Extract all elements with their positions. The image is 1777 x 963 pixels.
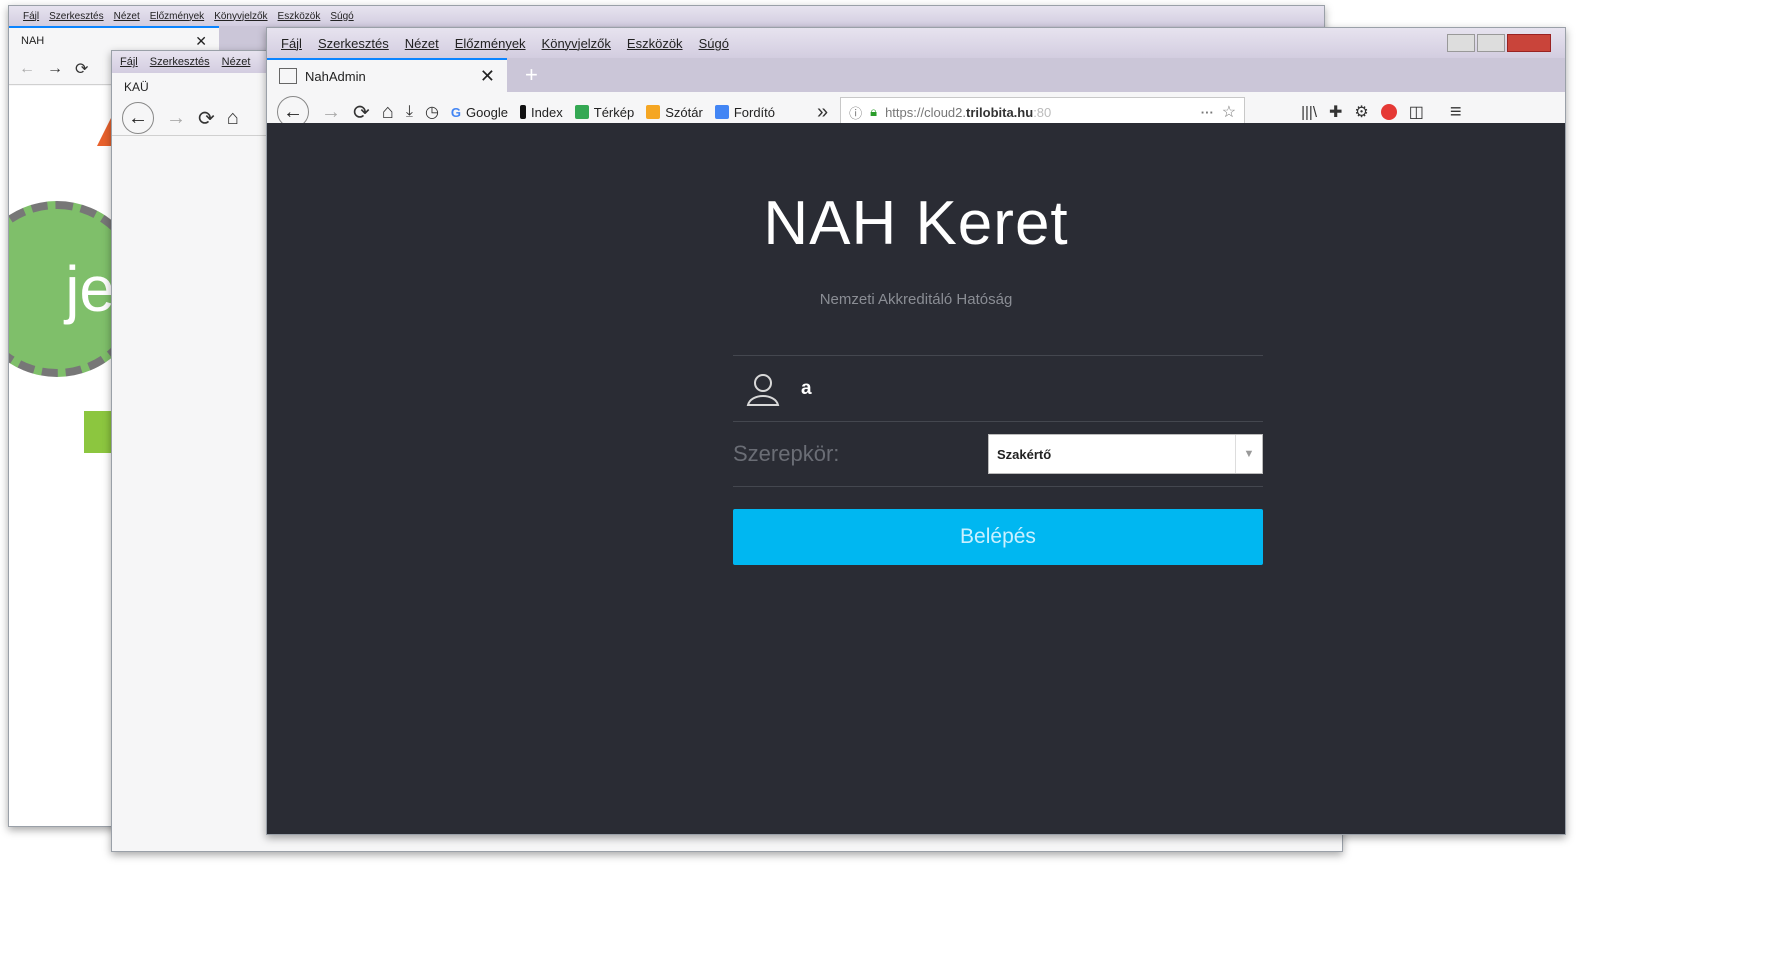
window-controls [1447,34,1551,52]
home-icon[interactable]: ⌂ [227,107,239,130]
role-label: Szerepkör: [733,441,840,466]
bookmark-index[interactable]: Index [519,105,563,120]
tab-bar: NahAdmin ✕ + [267,58,1565,92]
role-select[interactable]: Szakértő ▼ [988,434,1263,474]
lock-icon: 🔒︎ [870,104,878,119]
translate-icon [714,105,729,119]
hamburger-menu-icon[interactable]: ≡ [1450,101,1462,124]
reload-icon[interactable]: ⟳ [353,100,370,125]
map-icon [574,105,589,119]
home-icon[interactable]: ⌂ [382,101,394,124]
dictionary-icon [646,105,661,119]
menu-edit[interactable]: Szerkesztés [318,36,389,51]
url-text: https://cloud2.trilobita.hu:80 [885,104,1052,120]
forward-icon[interactable]: → [47,60,63,78]
menu-help[interactable]: Súgó [330,11,353,22]
bookmark-terkep[interactable]: Térkép [574,105,634,120]
role-selected-value: Szakértő [997,446,1052,462]
back-icon[interactable]: ← [122,102,154,134]
login-form: a Szerepkör: Szakértő ▼ Belépés [733,355,1263,565]
menu-bookmarks[interactable]: Könyvjelzők [542,36,611,51]
menu-view[interactable]: Nézet [222,56,251,68]
gear-icon[interactable]: ⚙ [1354,102,1368,122]
index-icon [519,105,526,119]
menu-file[interactable]: Fájl [281,36,302,51]
close-tab-icon[interactable]: ✕ [195,33,207,50]
menu-bar: Fájl Szerkesztés Nézet Előzmények Könyvj… [9,6,1324,26]
menu-tools[interactable]: Eszközök [278,11,321,22]
back-icon[interactable]: ← [19,60,35,78]
browser-window-nahadmin: Fájl Szerkesztés Nézet Előzmények Könyvj… [266,27,1566,835]
adblock-icon[interactable] [1380,104,1397,120]
page-subtitle: Nemzeti Akkreditáló Hatóság [819,291,1013,308]
menu-view[interactable]: Nézet [114,11,140,22]
reload-icon[interactable]: ⟳ [198,106,215,131]
reload-icon[interactable]: ⟳ [75,59,88,79]
bookmark-google[interactable]: G Google [451,105,508,120]
login-button[interactable]: Belépés [733,509,1263,565]
new-tab-icon[interactable]: + [525,62,538,88]
menu-help[interactable]: Súgó [699,36,729,51]
minimize-icon[interactable] [1447,34,1475,52]
login-page: NAH Keret Nemzeti Akkreditáló Hatóság a … [267,123,1565,834]
bookmark-fordito[interactable]: Fordító [714,105,775,120]
bookmark-star-icon[interactable]: ☆ [1222,102,1236,122]
menu-edit[interactable]: Szerkesztés [49,11,103,22]
chevron-down-icon[interactable]: ▼ [1235,435,1262,473]
username-input[interactable]: a [801,378,812,400]
menu-history[interactable]: Előzmények [150,11,204,22]
maximize-icon[interactable] [1477,34,1505,52]
tab-title: KAÜ [124,80,149,94]
menu-file[interactable]: Fájl [120,56,138,68]
close-window-icon[interactable] [1507,34,1551,52]
username-row[interactable]: a [733,355,1263,421]
user-icon [746,373,780,406]
page-actions-icon[interactable]: ··· [1201,105,1214,120]
menu-view[interactable]: Nézet [405,36,439,51]
extension-icon[interactable]: ✚ [1329,102,1342,122]
menu-bar: Fájl Szerkesztés Nézet Előzmények Könyvj… [267,28,1565,58]
menu-tools[interactable]: Eszközök [627,36,683,51]
role-row: Szerepkör: Szakértő ▼ [733,421,1263,487]
close-tab-icon[interactable]: ✕ [480,66,495,87]
bookmark-szotar[interactable]: Szótár [646,105,703,120]
library-icon[interactable]: |||\ [1301,104,1317,121]
menu-history[interactable]: Előzmények [455,36,526,51]
tab-title: NAH [21,35,45,47]
more-bookmarks-icon[interactable]: » [817,101,828,124]
menu-bookmarks[interactable]: Könyvjelzők [214,11,267,22]
tab-title: NahAdmin [305,68,366,84]
info-icon[interactable]: ⓘ [849,103,862,122]
sidebar-icon[interactable]: ◫ [1409,102,1424,122]
menu-edit[interactable]: Szerkesztés [150,56,210,68]
google-icon: G [450,104,462,120]
menu-file[interactable]: Fájl [23,11,39,22]
page-title: NAH Keret [763,189,1069,258]
tab-nahadmin[interactable]: NahAdmin ✕ [267,58,507,92]
forward-icon[interactable]: → [321,101,341,124]
history-clock-icon[interactable]: ◷ [425,102,439,122]
forward-icon[interactable]: → [166,107,186,130]
tab-favicon-icon [279,68,297,84]
download-icon[interactable]: ⤓ [406,103,413,121]
